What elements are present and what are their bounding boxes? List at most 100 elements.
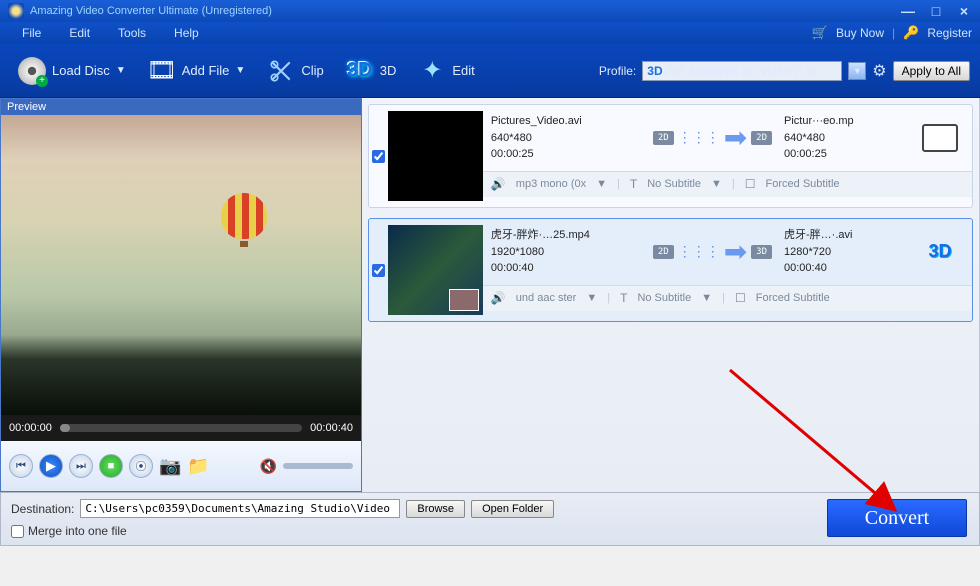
play-button[interactable]: ▶ <box>39 454 63 478</box>
time-current: 00:00:00 <box>9 422 52 434</box>
profile-3d-icon: 3D <box>647 64 662 78</box>
file-checkbox[interactable] <box>369 105 388 207</box>
file-thumbnail[interactable] <box>388 225 483 315</box>
player-controls: ⏮ ▶ ⏭ ■ ⦿ 📷 📁 🔇 <box>1 441 361 491</box>
file-row[interactable]: 虎牙-胖炸·…25.mp4 1920*1080 00:00:40 2D ⋮⋮⋮ … <box>368 218 973 322</box>
edit-button[interactable]: ✦ Edit <box>410 53 482 89</box>
minimize-button[interactable]: — <box>900 3 916 19</box>
cart-icon: 🛒 <box>812 25 828 41</box>
subtitle-icon: T <box>630 177 637 191</box>
edit-label: Edit <box>452 63 474 78</box>
file-dur: 00:00:40 <box>491 260 641 277</box>
file-name: Pictures_Video.avi <box>491 113 641 130</box>
film-icon: 🎞 <box>148 57 176 85</box>
browse-button[interactable]: Browse <box>406 500 465 518</box>
caret-icon: ▼ <box>235 65 245 76</box>
add-file-label: Add File <box>182 63 230 78</box>
profile-label: Profile: <box>599 64 636 78</box>
preview-video[interactable] <box>1 115 361 415</box>
audio-track[interactable]: und aac ster <box>516 292 577 304</box>
out-res: 640*480 <box>784 130 904 147</box>
profile-dropdown-button[interactable]: ▼ <box>848 62 866 80</box>
subtitle-select[interactable]: No Subtitle <box>647 178 701 190</box>
menu-file[interactable]: File <box>8 26 55 40</box>
buy-now-link[interactable]: Buy Now <box>836 26 884 40</box>
out-name: Pictur···eo.mp <box>784 113 904 130</box>
subtitle-select[interactable]: No Subtitle <box>637 292 691 304</box>
3d-button[interactable]: 3D 3D <box>338 53 405 89</box>
destination-label: Destination: <box>11 502 74 516</box>
time-total: 00:00:40 <box>310 422 353 434</box>
file-checkbox[interactable] <box>369 219 388 321</box>
clip-label: Clip <box>301 63 323 78</box>
convert-button[interactable]: Convert <box>827 499 967 537</box>
next-button[interactable]: ⏭ <box>69 454 93 478</box>
title-bar: Amazing Video Converter Ultimate (Unregi… <box>0 0 980 22</box>
profile-value: AVI Anaglyph 3D Video (*.av <box>667 64 819 78</box>
load-disc-button[interactable]: + Load Disc ▼ <box>10 53 134 89</box>
destination-input[interactable] <box>80 499 400 518</box>
volume-slider[interactable] <box>283 463 353 469</box>
3d-label: 3D <box>380 63 397 78</box>
to-badge: 2D <box>751 131 772 145</box>
scrub-track[interactable] <box>60 424 302 432</box>
audio-track[interactable]: mp3 mono (0x <box>516 178 586 190</box>
file-dur: 00:00:25 <box>491 146 641 163</box>
file-thumbnail[interactable] <box>388 111 483 201</box>
balloon-graphic <box>221 193 267 249</box>
close-button[interactable]: × <box>956 3 972 19</box>
conversion-arrow: 2D ⋮⋮⋮ ➡ 2D <box>653 113 772 163</box>
clip-button[interactable]: Clip <box>259 53 331 89</box>
from-badge: 2D <box>653 245 674 259</box>
menu-tools[interactable]: Tools <box>104 26 160 40</box>
destination-bar: Destination: Browse Open Folder Merge in… <box>0 492 980 546</box>
scrub-bar: 00:00:00 00:00:40 <box>1 415 361 441</box>
menu-help[interactable]: Help <box>160 26 213 40</box>
3d-icon: 3D <box>346 57 374 85</box>
out-name: 虎牙-胖…·.avi <box>784 227 904 244</box>
prev-button[interactable]: ⏮ <box>9 454 33 478</box>
folder-button[interactable]: 📁 <box>187 456 209 477</box>
from-badge: 2D <box>653 131 674 145</box>
file-res: 1920*1080 <box>491 244 641 261</box>
gear-icon[interactable]: ⚙ <box>872 61 886 81</box>
volume-icon[interactable]: 🔇 <box>260 458 277 475</box>
apply-to-all-button[interactable]: Apply to All <box>893 61 970 81</box>
forced-subtitle[interactable]: Forced Subtitle <box>756 292 830 304</box>
file-name: 虎牙-胖炸·…25.mp4 <box>491 227 641 244</box>
menu-bar: File Edit Tools Help 🛒 Buy Now | 🔑 Regis… <box>0 22 980 44</box>
snapshot-button[interactable]: 📷 <box>159 456 181 477</box>
subtitle-icon: T <box>620 291 627 305</box>
add-file-button[interactable]: 🎞 Add File ▼ <box>140 53 254 89</box>
open-folder-button[interactable]: Open Folder <box>471 500 554 518</box>
toolbar: + Load Disc ▼ 🎞 Add File ▼ Clip 3D 3D ✦ … <box>0 44 980 98</box>
file-row[interactable]: Pictures_Video.avi 640*480 00:00:25 2D ⋮… <box>368 104 973 208</box>
audio-icon: 🔊 <box>491 177 506 191</box>
forced-subtitle[interactable]: Forced Subtitle <box>766 178 840 190</box>
out-dur: 00:00:40 <box>784 260 904 277</box>
audio-icon: 🔊 <box>491 291 506 305</box>
device-icon[interactable] <box>916 113 964 163</box>
window-title: Amazing Video Converter Ultimate (Unregi… <box>30 5 900 17</box>
star-icon: ✦ <box>418 57 446 85</box>
profile-select[interactable]: 3D AVI Anaglyph 3D Video (*.av <box>642 61 842 81</box>
preview-panel: Preview 00:00:00 00:00:40 ⏮ ▶ ⏭ ■ ⦿ 📷 📁 … <box>0 98 362 492</box>
stop-button[interactable]: ■ <box>99 454 123 478</box>
maximize-button[interactable]: □ <box>928 3 944 19</box>
file-list: Pictures_Video.avi 640*480 00:00:25 2D ⋮… <box>362 98 980 492</box>
merge-checkbox[interactable] <box>11 525 24 538</box>
load-disc-label: Load Disc <box>52 63 110 78</box>
disc-icon: + <box>18 57 46 85</box>
out-dur: 00:00:25 <box>784 146 904 163</box>
merge-label: Merge into one file <box>28 524 127 538</box>
file-res: 640*480 <box>491 130 641 147</box>
step-button[interactable]: ⦿ <box>129 454 153 478</box>
key-icon: 🔑 <box>903 25 919 41</box>
menu-edit[interactable]: Edit <box>55 26 104 40</box>
register-link[interactable]: Register <box>927 26 972 40</box>
device-3d-icon[interactable]: 3D <box>916 227 964 277</box>
out-res: 1280*720 <box>784 244 904 261</box>
caret-icon: ▼ <box>116 65 126 76</box>
preview-label: Preview <box>1 99 361 115</box>
app-icon <box>8 3 24 19</box>
